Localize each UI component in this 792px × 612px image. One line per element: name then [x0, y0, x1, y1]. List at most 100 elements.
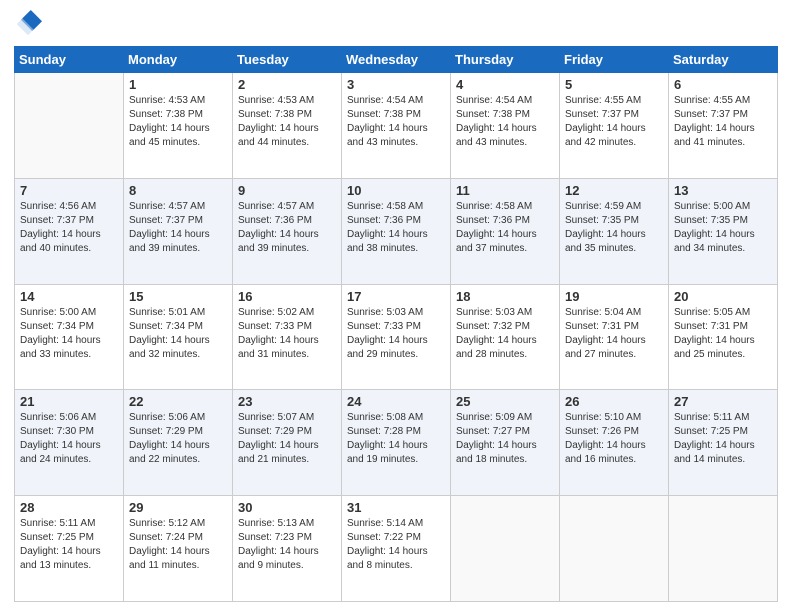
day-cell: 1Sunrise: 4:53 AM Sunset: 7:38 PM Daylig… [124, 73, 233, 179]
day-info: Sunrise: 4:55 AM Sunset: 7:37 PM Dayligh… [565, 94, 663, 150]
col-header-friday: Friday [560, 47, 669, 73]
header [14, 10, 778, 38]
day-cell: 12 Sunrise: 4:59 AM Sunset: 7:35 PM Dayli… [560, 178, 669, 284]
day-number: 18 [456, 289, 554, 304]
day-number: 4 [456, 77, 554, 92]
day-cell: 31 Sunrise: 5:14 AM Sunset: 7:22 PM Dayli… [342, 496, 451, 602]
day-number: 16 [238, 289, 336, 304]
day-cell: 22 Sunrise: 5:06 AM Sunset: 7:29 PM Dayli… [124, 390, 233, 496]
day-number: 12 [565, 183, 663, 198]
day-info: Sunrise: 4:57 AM Sunset: 7:37 PM Dayligh… [129, 200, 227, 256]
day-info: Sunrise: 5:02 AM Sunset: 7:33 PM Dayligh… [238, 306, 336, 362]
week-row-2: 7 Sunrise: 4:56 AM Sunset: 7:37 PM Daylig… [15, 178, 778, 284]
col-header-thursday: Thursday [451, 47, 560, 73]
day-number: 7 [20, 183, 118, 198]
day-cell: 3 Sunrise: 4:54 AM Sunset: 7:38 PM Daylig… [342, 73, 451, 179]
day-number: 3 [347, 77, 445, 92]
day-cell: 21Sunrise: 5:06 AM Sunset: 7:30 PM Dayli… [15, 390, 124, 496]
day-number: 8 [129, 183, 227, 198]
day-cell: 27 Sunrise: 5:11 AM Sunset: 7:25 PM Dayli… [669, 390, 778, 496]
day-cell: 14 Sunrise: 5:00 AM Sunset: 7:34 PM Dayli… [15, 284, 124, 390]
day-cell [15, 73, 124, 179]
day-info: Sunrise: 5:09 AM Sunset: 7:27 PM Dayligh… [456, 411, 554, 467]
day-number: 17 [347, 289, 445, 304]
col-header-tuesday: Tuesday [233, 47, 342, 73]
day-number: 11 [456, 183, 554, 198]
week-row-3: 14 Sunrise: 5:00 AM Sunset: 7:34 PM Dayli… [15, 284, 778, 390]
day-info: Sunrise: 4:57 AM Sunset: 7:36 PM Dayligh… [238, 200, 336, 256]
day-cell [451, 496, 560, 602]
day-info: Sunrise: 5:04 AM Sunset: 7:31 PM Dayligh… [565, 306, 663, 362]
col-header-monday: Monday [124, 47, 233, 73]
day-number: 30 [238, 500, 336, 515]
day-info: Sunrise: 4:53 AM Sunset: 7:38 PM Dayligh… [238, 94, 336, 150]
day-number: 2 [238, 77, 336, 92]
day-number: 26 [565, 394, 663, 409]
day-number: 25 [456, 394, 554, 409]
day-info: Sunrise: 5:14 AM Sunset: 7:22 PM Dayligh… [347, 517, 445, 573]
day-cell: 15Sunrise: 5:01 AM Sunset: 7:34 PM Dayli… [124, 284, 233, 390]
day-cell: 17 Sunrise: 5:03 AM Sunset: 7:33 PM Dayli… [342, 284, 451, 390]
day-number: 14 [20, 289, 118, 304]
day-number: 22 [129, 394, 227, 409]
col-header-sunday: Sunday [15, 47, 124, 73]
day-number: 31 [347, 500, 445, 515]
day-info: Sunrise: 4:58 AM Sunset: 7:36 PM Dayligh… [347, 200, 445, 256]
day-info: Sunrise: 5:03 AM Sunset: 7:33 PM Dayligh… [347, 306, 445, 362]
day-cell: 29Sunrise: 5:12 AM Sunset: 7:24 PM Dayli… [124, 496, 233, 602]
day-number: 24 [347, 394, 445, 409]
day-cell: 25 Sunrise: 5:09 AM Sunset: 7:27 PM Dayli… [451, 390, 560, 496]
day-cell: 30 Sunrise: 5:13 AM Sunset: 7:23 PM Dayli… [233, 496, 342, 602]
day-info: Sunrise: 5:06 AM Sunset: 7:29 PM Dayligh… [129, 411, 227, 467]
day-info: Sunrise: 5:12 AM Sunset: 7:24 PM Dayligh… [129, 517, 227, 573]
day-info: Sunrise: 4:59 AM Sunset: 7:35 PM Dayligh… [565, 200, 663, 256]
day-info: Sunrise: 5:00 AM Sunset: 7:35 PM Dayligh… [674, 200, 772, 256]
day-cell: 26Sunrise: 5:10 AM Sunset: 7:26 PM Dayli… [560, 390, 669, 496]
day-cell: 7 Sunrise: 4:56 AM Sunset: 7:37 PM Daylig… [15, 178, 124, 284]
day-cell: 20Sunrise: 5:05 AM Sunset: 7:31 PM Dayli… [669, 284, 778, 390]
day-cell: 9Sunrise: 4:57 AM Sunset: 7:36 PM Daylig… [233, 178, 342, 284]
day-number: 23 [238, 394, 336, 409]
day-info: Sunrise: 5:11 AM Sunset: 7:25 PM Dayligh… [674, 411, 772, 467]
day-number: 27 [674, 394, 772, 409]
day-info: Sunrise: 5:11 AM Sunset: 7:25 PM Dayligh… [20, 517, 118, 573]
day-cell: 24Sunrise: 5:08 AM Sunset: 7:28 PM Dayli… [342, 390, 451, 496]
day-info: Sunrise: 4:56 AM Sunset: 7:37 PM Dayligh… [20, 200, 118, 256]
day-cell: 19 Sunrise: 5:04 AM Sunset: 7:31 PM Dayli… [560, 284, 669, 390]
day-cell: 2 Sunrise: 4:53 AM Sunset: 7:38 PM Daylig… [233, 73, 342, 179]
day-info: Sunrise: 4:54 AM Sunset: 7:38 PM Dayligh… [456, 94, 554, 150]
day-cell: 8 Sunrise: 4:57 AM Sunset: 7:37 PM Daylig… [124, 178, 233, 284]
day-cell: 5 Sunrise: 4:55 AM Sunset: 7:37 PM Daylig… [560, 73, 669, 179]
day-info: Sunrise: 5:07 AM Sunset: 7:29 PM Dayligh… [238, 411, 336, 467]
day-cell [560, 496, 669, 602]
day-cell: 11 Sunrise: 4:58 AM Sunset: 7:36 PM Dayli… [451, 178, 560, 284]
day-cell: 16 Sunrise: 5:02 AM Sunset: 7:33 PM Dayli… [233, 284, 342, 390]
day-number: 15 [129, 289, 227, 304]
day-cell: 13Sunrise: 5:00 AM Sunset: 7:35 PM Dayli… [669, 178, 778, 284]
page: SundayMondayTuesdayWednesdayThursdayFrid… [0, 0, 792, 612]
day-info: Sunrise: 5:03 AM Sunset: 7:32 PM Dayligh… [456, 306, 554, 362]
col-header-saturday: Saturday [669, 47, 778, 73]
day-number: 1 [129, 77, 227, 92]
day-cell: 4 Sunrise: 4:54 AM Sunset: 7:38 PM Daylig… [451, 73, 560, 179]
day-number: 10 [347, 183, 445, 198]
day-cell: 10 Sunrise: 4:58 AM Sunset: 7:36 PM Dayli… [342, 178, 451, 284]
week-row-1: 1 Sunrise: 4:53 AM Sunset: 7:38 PM Daylig… [15, 73, 778, 179]
day-info: Sunrise: 4:54 AM Sunset: 7:38 PM Dayligh… [347, 94, 445, 150]
day-cell: 23 Sunrise: 5:07 AM Sunset: 7:29 PM Dayli… [233, 390, 342, 496]
day-cell [669, 496, 778, 602]
day-number: 28 [20, 500, 118, 515]
day-number: 5 [565, 77, 663, 92]
day-number: 19 [565, 289, 663, 304]
day-info: Sunrise: 5:00 AM Sunset: 7:34 PM Dayligh… [20, 306, 118, 362]
logo [14, 10, 46, 38]
day-number: 6 [674, 77, 772, 92]
col-header-wednesday: Wednesday [342, 47, 451, 73]
day-info: Sunrise: 5:13 AM Sunset: 7:23 PM Dayligh… [238, 517, 336, 573]
day-info: Sunrise: 4:58 AM Sunset: 7:36 PM Dayligh… [456, 200, 554, 256]
header-row: SundayMondayTuesdayWednesdayThursdayFrid… [15, 47, 778, 73]
day-info: Sunrise: 5:05 AM Sunset: 7:31 PM Dayligh… [674, 306, 772, 362]
day-number: 21 [20, 394, 118, 409]
logo-icon [14, 10, 42, 38]
week-row-5: 28 Sunrise: 5:11 AM Sunset: 7:25 PM Dayli… [15, 496, 778, 602]
